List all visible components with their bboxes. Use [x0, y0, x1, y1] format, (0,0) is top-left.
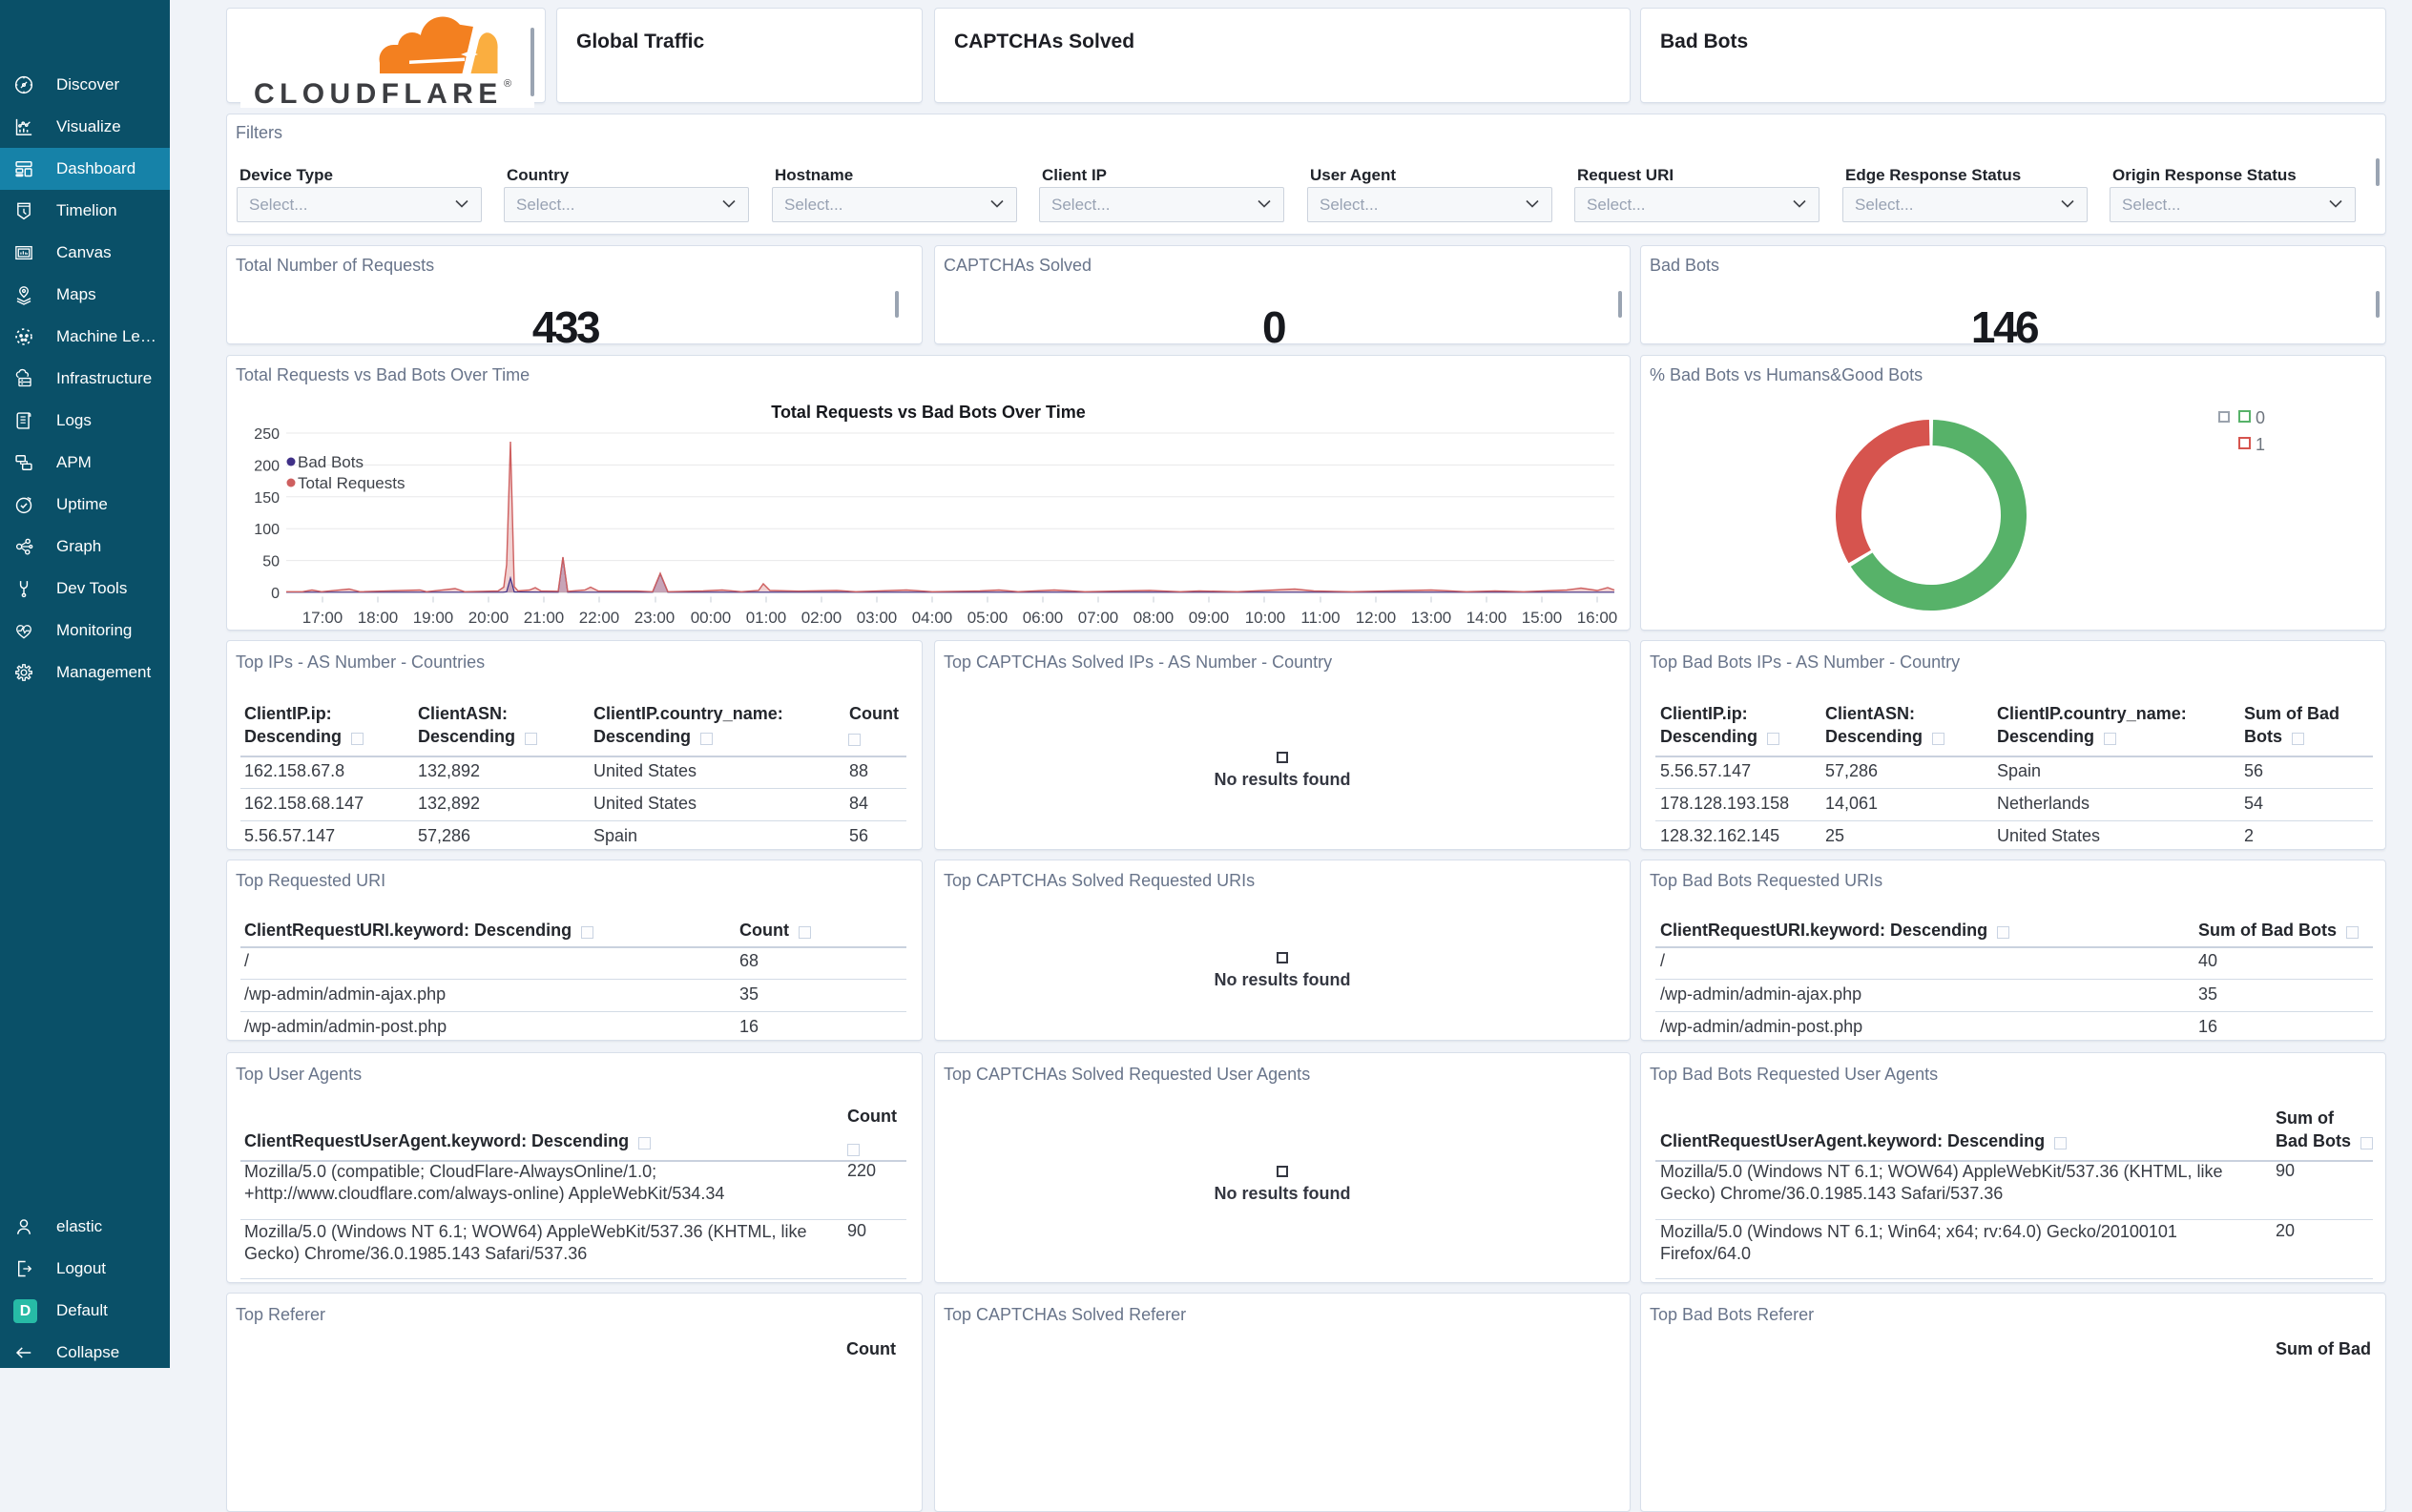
svg-text:14:00: 14:00 [1466, 609, 1508, 627]
svg-text:05:00: 05:00 [967, 609, 1008, 627]
svg-text:09:00: 09:00 [1189, 609, 1230, 627]
svg-text:20:00: 20:00 [468, 609, 509, 627]
svg-text:0: 0 [271, 586, 280, 602]
svg-text:21:00: 21:00 [524, 609, 565, 627]
svg-text:01:00: 01:00 [746, 609, 787, 627]
svg-text:07:00: 07:00 [1078, 609, 1119, 627]
svg-text:00:00: 00:00 [691, 609, 732, 627]
svg-text:04:00: 04:00 [912, 609, 953, 627]
svg-text:19:00: 19:00 [413, 609, 454, 627]
svg-text:10:00: 10:00 [1245, 609, 1286, 627]
svg-text:50: 50 [262, 554, 280, 570]
svg-text:06:00: 06:00 [1023, 609, 1064, 627]
svg-text:100: 100 [254, 522, 280, 538]
svg-text:Bad Bots: Bad Bots [298, 453, 364, 471]
svg-text:200: 200 [254, 458, 280, 474]
svg-text:22:00: 22:00 [579, 609, 620, 627]
svg-text:13:00: 13:00 [1411, 609, 1452, 627]
svg-text:03:00: 03:00 [857, 609, 898, 627]
svg-text:02:00: 02:00 [801, 609, 842, 627]
svg-text:Total Requests vs Bad Bots Ove: Total Requests vs Bad Bots Over Time [771, 403, 1085, 422]
svg-text:08:00: 08:00 [1133, 609, 1175, 627]
svg-text:11:00: 11:00 [1300, 609, 1340, 627]
svg-text:17:00: 17:00 [302, 609, 343, 627]
svg-text:250: 250 [254, 426, 280, 443]
svg-text:12:00: 12:00 [1356, 609, 1397, 627]
svg-text:15:00: 15:00 [1522, 609, 1563, 627]
svg-text:150: 150 [254, 490, 280, 507]
svg-text:18:00: 18:00 [358, 609, 399, 627]
svg-text:16:00: 16:00 [1577, 609, 1618, 627]
svg-text:23:00: 23:00 [634, 609, 676, 627]
svg-text:Total Requests: Total Requests [298, 474, 405, 492]
